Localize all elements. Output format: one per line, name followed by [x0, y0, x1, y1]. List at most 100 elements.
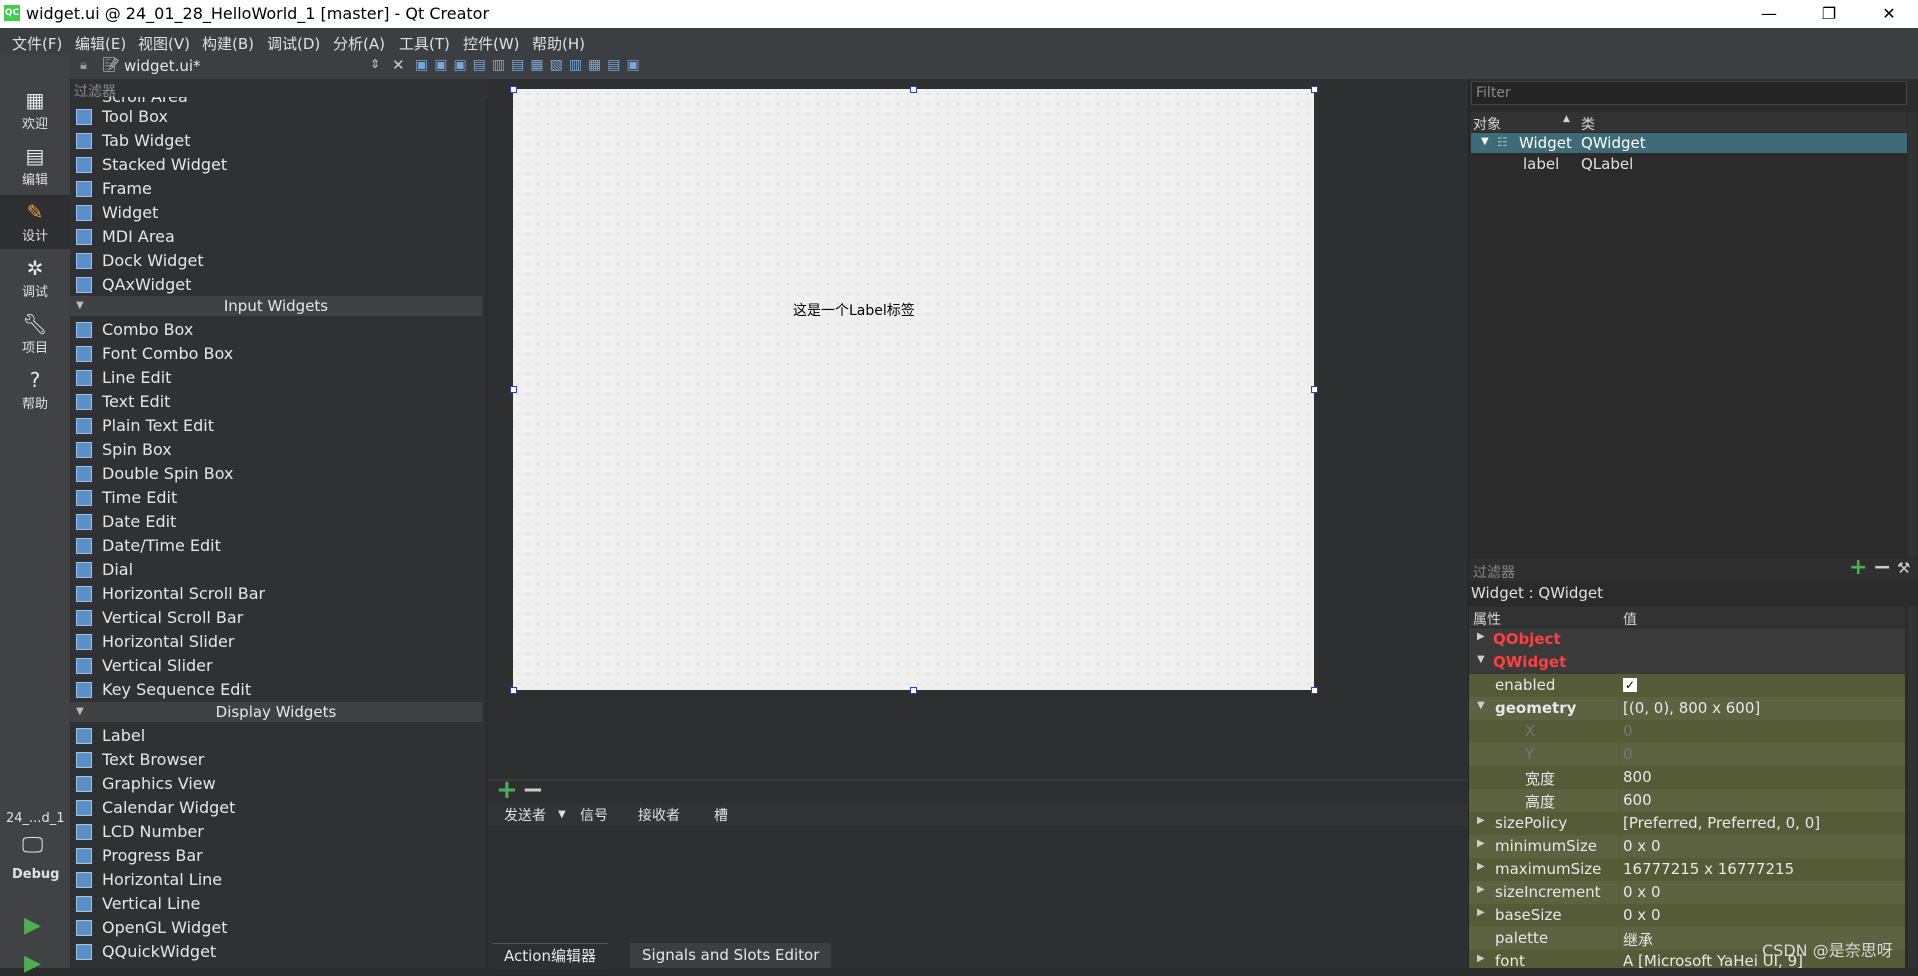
- add-connection-icon[interactable]: +: [496, 775, 518, 805]
- configure-wrench-icon[interactable]: ⚒︎: [1897, 559, 1910, 577]
- widget-item[interactable]: Dock Widget: [70, 249, 482, 273]
- widget-item[interactable]: Combo Box: [70, 318, 482, 342]
- kit-name[interactable]: 24_...d_1: [6, 811, 64, 826]
- header-value[interactable]: 值: [1623, 609, 1637, 629]
- resize-handle[interactable]: [510, 386, 517, 393]
- object-scrollbar[interactable]: [1908, 112, 1917, 557]
- mode-design[interactable]: ✎ 设计: [0, 195, 70, 249]
- property-scrollbar[interactable]: [1908, 607, 1917, 968]
- widget-item[interactable]: LCD Number: [70, 820, 482, 844]
- widget-item[interactable]: Double Spin Box: [70, 462, 482, 486]
- header-property[interactable]: 属性: [1473, 609, 1501, 629]
- file-selector[interactable]: widget.ui*: [124, 57, 201, 75]
- header-receiver[interactable]: 接收者: [638, 805, 680, 825]
- prop-value[interactable]: 继承: [1623, 929, 1653, 950]
- widget-item[interactable]: Graphics View: [70, 772, 482, 796]
- object-row-label[interactable]: label QLabel: [1471, 154, 1907, 174]
- prop-value[interactable]: 600: [1623, 791, 1652, 809]
- menu-view[interactable]: 视图(V): [138, 33, 190, 54]
- menu-help[interactable]: 帮助(H): [532, 33, 585, 54]
- close-button[interactable]: ✕: [1866, 0, 1912, 28]
- header-slot[interactable]: 槽: [714, 805, 728, 825]
- prop-row-minimumsize[interactable]: ▶ minimumSize 0 x 0: [1469, 835, 1905, 858]
- prop-row-x[interactable]: X0: [1469, 720, 1905, 743]
- group-qobject[interactable]: ▶ QObject: [1469, 628, 1905, 651]
- prop-row-enabled[interactable]: enabled ✓: [1469, 674, 1905, 697]
- enabled-checkbox[interactable]: ✓: [1623, 678, 1637, 692]
- resize-handle[interactable]: [510, 86, 517, 93]
- remove-connection-icon[interactable]: −: [522, 775, 544, 805]
- resize-handle[interactable]: [1311, 687, 1318, 694]
- mode-welcome[interactable]: ▦ 欢迎: [0, 83, 70, 137]
- add-property-icon[interactable]: +: [1849, 555, 1867, 580]
- widget-item[interactable]: Text Edit: [70, 390, 482, 414]
- mode-projects[interactable]: 🔧︎ 项目: [0, 307, 70, 361]
- menu-file[interactable]: 文件(F): [12, 33, 62, 54]
- widget-item[interactable]: Scroll Area: [70, 97, 482, 105]
- prop-row-sizeincrement[interactable]: ▶ sizeIncrement 0 x 0: [1469, 881, 1905, 904]
- property-filter-input[interactable]: 过滤器: [1473, 562, 1515, 582]
- widget-item[interactable]: Frame: [70, 177, 482, 201]
- widget-item[interactable]: Horizontal Scroll Bar: [70, 582, 482, 606]
- widget-item[interactable]: Vertical Scroll Bar: [70, 606, 482, 630]
- mode-help[interactable]: ? 帮助: [0, 363, 70, 417]
- debug-run-icon[interactable]: ▶: [24, 951, 41, 976]
- group-qwidget[interactable]: ▼ QWidget: [1469, 651, 1905, 674]
- prop-row-basesize[interactable]: ▶ baseSize 0 x 0: [1469, 904, 1905, 927]
- widget-item[interactable]: MDI Area: [70, 225, 482, 249]
- widget-item[interactable]: Tab Widget: [70, 129, 482, 153]
- widget-item[interactable]: QQuickWidget: [70, 940, 482, 964]
- widget-item[interactable]: Text Browser: [70, 748, 482, 772]
- widget-item[interactable]: Spin Box: [70, 438, 482, 462]
- widget-item[interactable]: Horizontal Line: [70, 868, 482, 892]
- widget-item[interactable]: QAxWidget: [70, 273, 482, 297]
- prop-row-height[interactable]: 高度 600: [1469, 789, 1905, 812]
- widget-item[interactable]: Vertical Slider: [70, 654, 482, 678]
- widget-item[interactable]: Calendar Widget: [70, 796, 482, 820]
- mode-edit[interactable]: ▤ 编辑: [0, 139, 70, 193]
- prop-row-maximumsize[interactable]: ▶ maximumSize 16777215 x 16777215: [1469, 858, 1905, 881]
- tab-signals-slots[interactable]: Signals and Slots Editor: [630, 943, 832, 968]
- prop-value[interactable]: 800: [1623, 768, 1652, 786]
- prop-row-geometry[interactable]: ▼ geometry [(0, 0), 800 x 600]: [1469, 697, 1905, 720]
- widget-item[interactable]: Date/Time Edit: [70, 534, 482, 558]
- file-dropdown-icon[interactable]: ⇕: [370, 57, 380, 71]
- close-file-icon[interactable]: ✕: [392, 56, 405, 74]
- widget-item[interactable]: Key Sequence Edit: [70, 678, 482, 702]
- resize-handle[interactable]: [1311, 386, 1318, 393]
- menu-analyze[interactable]: 分析(A): [333, 33, 385, 54]
- restore-button[interactable]: ❐: [1806, 0, 1852, 28]
- form-label[interactable]: 这是一个Label标签: [793, 300, 915, 320]
- run-icon[interactable]: ▶: [24, 913, 41, 938]
- menu-controls[interactable]: 控件(W): [463, 33, 520, 54]
- widget-item[interactable]: Line Edit: [70, 366, 482, 390]
- minimize-button[interactable]: —: [1746, 0, 1792, 28]
- header-signal[interactable]: 信号: [580, 805, 608, 825]
- prop-row-y[interactable]: Y0: [1469, 743, 1905, 766]
- object-row-widget[interactable]: ▼ ☷ Widget QWidget: [1471, 133, 1907, 153]
- widget-item[interactable]: Stacked Widget: [70, 153, 482, 177]
- resize-handle[interactable]: [1311, 86, 1318, 93]
- mode-debug[interactable]: ✲ 调试: [0, 251, 70, 305]
- widget-item[interactable]: OpenGL Widget: [70, 916, 482, 940]
- widget-item[interactable]: Time Edit: [70, 486, 482, 510]
- category-input-widgets[interactable]: ▼ Input Widgets: [70, 296, 482, 316]
- widget-item[interactable]: Plain Text Edit: [70, 414, 482, 438]
- widget-item[interactable]: Dial: [70, 558, 482, 582]
- remove-property-icon[interactable]: −: [1873, 555, 1891, 580]
- widget-item[interactable]: Label: [70, 724, 482, 748]
- prop-row-sizepolicy[interactable]: ▶ sizePolicy [Preferred, Preferred, 0, 0]: [1469, 812, 1905, 835]
- widget-item[interactable]: Font Combo Box: [70, 342, 482, 366]
- widget-item[interactable]: Vertical Line: [70, 892, 482, 916]
- widget-item[interactable]: Widget: [70, 201, 482, 225]
- widget-item[interactable]: Progress Bar: [70, 844, 482, 868]
- widget-item[interactable]: Horizontal Slider: [70, 630, 482, 654]
- header-sender[interactable]: 发送者: [504, 805, 546, 825]
- form-canvas[interactable]: [513, 89, 1314, 690]
- layout-toolbar-icons[interactable]: ▣▣▣▤▥▤▦▧▥▦▤▣: [415, 57, 646, 73]
- menu-debug[interactable]: 调试(D): [267, 33, 320, 54]
- object-filter-input[interactable]: Filter: [1471, 81, 1907, 105]
- category-display-widgets[interactable]: ▼ Display Widgets: [70, 702, 482, 722]
- prop-row-width[interactable]: 宽度 800: [1469, 766, 1905, 789]
- monitor-icon[interactable]: 🖵︎: [22, 833, 43, 858]
